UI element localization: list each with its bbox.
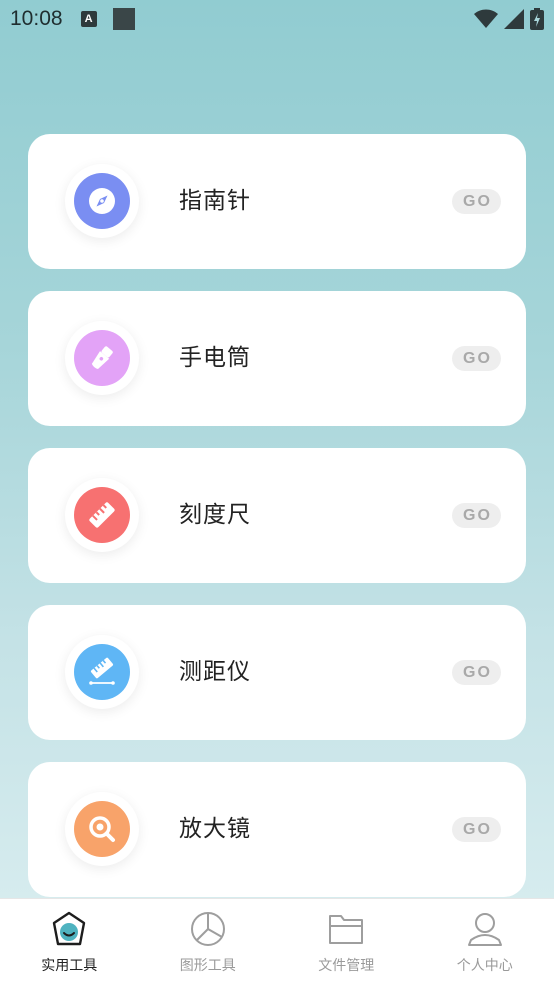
notification-square-icon xyxy=(112,8,135,30)
tool-title: 放大镜 xyxy=(179,816,251,842)
ruler-icon xyxy=(74,487,130,543)
flashlight-icon xyxy=(74,330,130,386)
tool-card-flashlight[interactable]: 手电筒 GO xyxy=(28,291,526,426)
icon-halo xyxy=(65,164,139,238)
tool-card-compass[interactable]: 指南针 GO xyxy=(28,134,526,269)
status-bar: 10:08 A xyxy=(0,0,554,38)
user-icon xyxy=(465,909,505,949)
rangefinder-icon xyxy=(74,644,130,700)
tool-title: 测距仪 xyxy=(179,659,251,685)
notification-a-icon: A xyxy=(80,11,97,27)
bottom-tab-bar: 实用工具 图形工具 文件管理 个人中心 xyxy=(0,898,554,986)
tool-title: 刻度尺 xyxy=(179,502,251,528)
go-button[interactable]: GO xyxy=(452,817,501,842)
icon-halo xyxy=(65,321,139,395)
tab-tools[interactable]: 实用工具 xyxy=(0,899,139,986)
tool-title: 手电筒 xyxy=(179,345,251,371)
status-right-icons xyxy=(474,8,544,30)
tool-card-ruler[interactable]: 刻度尺 GO xyxy=(28,448,526,583)
battery-icon xyxy=(530,8,544,30)
icon-halo xyxy=(65,792,139,866)
magnifier-icon xyxy=(74,801,130,857)
tab-label: 图形工具 xyxy=(179,958,236,974)
go-button[interactable]: GO xyxy=(452,346,501,371)
compass-icon xyxy=(74,173,130,229)
tab-profile[interactable]: 个人中心 xyxy=(416,899,554,986)
tool-card-magnifier[interactable]: 放大镜 GO xyxy=(28,762,526,897)
tools-icon xyxy=(49,909,89,949)
go-button[interactable]: GO xyxy=(452,189,501,214)
tab-label: 实用工具 xyxy=(41,958,98,974)
tab-label: 个人中心 xyxy=(456,958,513,974)
tool-card-rangefinder[interactable]: 测距仪 GO xyxy=(28,605,526,740)
tab-files[interactable]: 文件管理 xyxy=(277,899,416,986)
signal-icon xyxy=(504,9,524,29)
icon-halo xyxy=(65,478,139,552)
tool-title: 指南针 xyxy=(179,188,251,214)
icon-halo xyxy=(65,635,139,709)
go-button[interactable]: GO xyxy=(452,503,501,528)
wifi-icon xyxy=(474,9,498,28)
tool-list: 指南针 GO 手电筒 GO 刻度尺 GO 测距仪 GO 放大镜 GO xyxy=(28,134,526,919)
go-button[interactable]: GO xyxy=(452,660,501,685)
tab-label: 文件管理 xyxy=(318,958,375,974)
folder-icon xyxy=(326,909,366,949)
status-time: 10:08 xyxy=(10,7,63,30)
tab-shapes[interactable]: 图形工具 xyxy=(139,899,278,986)
pie-chart-icon xyxy=(188,909,228,949)
